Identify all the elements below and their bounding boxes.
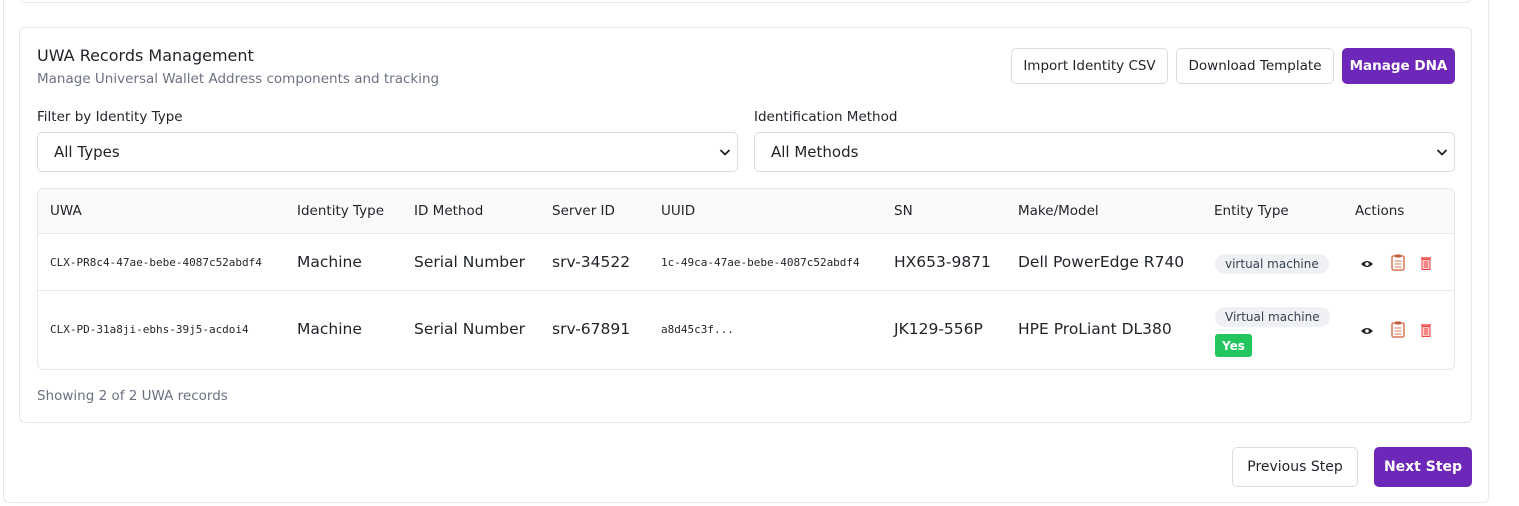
entity-type-badge: Virtual machine [1215,307,1330,327]
id-method-cell: Serial Number [414,253,526,271]
identity-type-select[interactable]: All Types [37,132,738,172]
server-id-cell: srv-34522 [552,253,631,271]
card-title: UWA Records Management [37,46,254,65]
eye-icon[interactable] [1359,256,1375,272]
chevron-down-icon [1436,149,1448,156]
sn-cell: JK129-556P [894,320,983,338]
uuid-cell: 1c-49ca-47ae-bebe-4087c52abdf4 [661,256,860,269]
entity-type-badge: virtual machine [1215,254,1329,274]
make-model-cell: Dell PowerEdge R740 [1018,253,1185,271]
column-header-uuid: UUID [661,203,696,219]
server-id-cell: srv-67891 [552,320,631,338]
delete-icon[interactable] [1418,255,1434,271]
sn-cell: HX653-9871 [894,253,991,271]
chevron-down-icon [719,149,731,156]
identity-type-cell: Machine [297,320,362,338]
identity-type-filter-label: Filter by Identity Type [37,109,183,125]
download-template-button[interactable]: Download Template [1176,48,1334,84]
identity-type-cell: Machine [297,253,362,271]
make-model-cell: HPE ProLiant DL380 [1018,320,1172,338]
column-header-entity-type: Entity Type [1214,203,1289,219]
column-header-make-model: Make/Model [1018,203,1099,219]
next-step-button[interactable]: Next Step [1374,447,1472,487]
eye-icon[interactable] [1359,323,1375,339]
previous-step-button[interactable]: Previous Step [1232,447,1358,487]
table-row: CLX-PR8c4-47ae-bebe-4087c52abdf4 Machine… [38,234,1454,291]
column-header-id-method: ID Method [414,203,484,219]
records-count-summary: Showing 2 of 2 UWA records [37,388,228,404]
uwa-records-card: UWA Records Management Manage Universal … [19,27,1472,423]
column-header-actions: Actions [1355,203,1405,219]
uuid-cell: a8d45c3f... [661,323,734,336]
method-select-value: All Methods [771,143,859,161]
method-select[interactable]: All Methods [754,132,1455,172]
import-identity-csv-button[interactable]: Import Identity CSV [1011,48,1168,84]
uwa-cell: CLX-PR8c4-47ae-bebe-4087c52abdf4 [50,256,262,269]
delete-icon[interactable] [1418,322,1434,338]
identity-type-select-value: All Types [54,143,120,161]
table-row: CLX-PD-31a8ji-ebhs-39j5-acdoi4 Machine S… [38,291,1454,369]
table-header: UWA Identity Type ID Method Server ID UU… [38,189,1454,234]
uwa-records-table: UWA Identity Type ID Method Server ID UU… [37,188,1455,370]
manage-dna-button[interactable]: Manage DNA [1342,48,1455,84]
id-method-cell: Serial Number [414,320,526,338]
method-filter-label: Identification Method [754,109,898,125]
clipboard-icon[interactable] [1390,321,1406,338]
column-header-uwa: UWA [50,203,82,219]
card-subtitle: Manage Universal Wallet Address componen… [37,71,440,87]
clipboard-icon[interactable] [1390,254,1406,271]
status-badge: Yes [1215,334,1252,357]
column-header-server-id: Server ID [552,203,615,219]
previous-card [19,0,1472,3]
uwa-cell: CLX-PD-31a8ji-ebhs-39j5-acdoi4 [50,323,249,336]
column-header-identity-type: Identity Type [297,203,385,219]
column-header-sn: SN [894,203,913,219]
